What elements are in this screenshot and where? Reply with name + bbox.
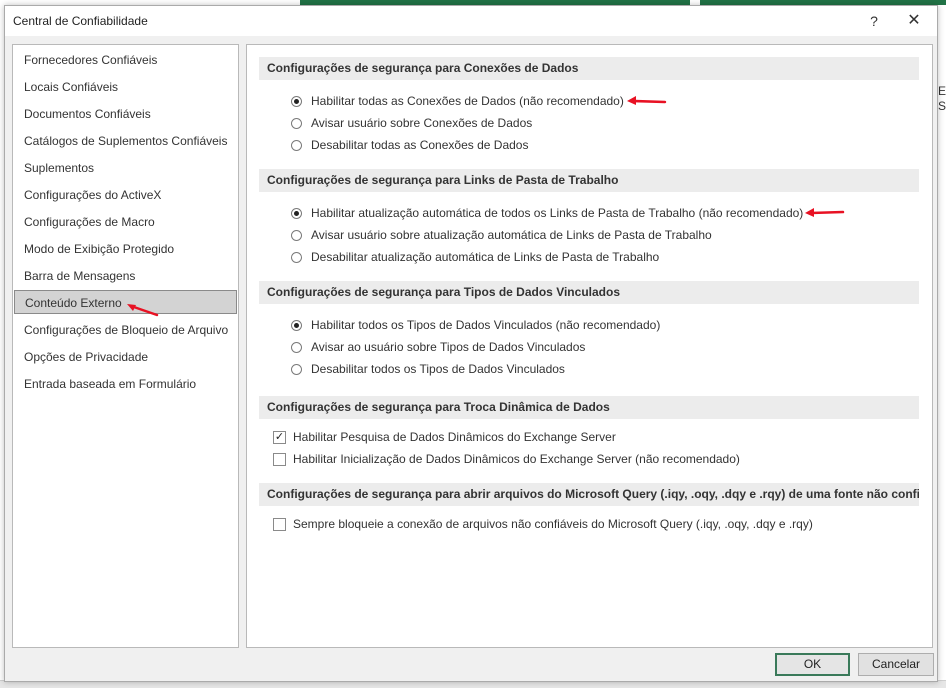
radio-prompt-linked-data-types[interactable] xyxy=(291,342,302,353)
nav-item-addins[interactable]: Suplementos xyxy=(14,156,237,180)
radio-enable-workbook-links[interactable] xyxy=(291,208,302,219)
radio-enable-all-data-connections[interactable] xyxy=(291,96,302,107)
nav-item-trusted-documents[interactable]: Documentos Confiáveis xyxy=(14,102,237,126)
red-arrow-annotation xyxy=(805,208,845,217)
nav-item-protected-view[interactable]: Modo de Exibição Protegido xyxy=(14,237,237,261)
nav-item-privacy-options[interactable]: Opções de Privacidade xyxy=(14,345,237,369)
dialog-titlebar: Central de Confiabilidade ? ✕ xyxy=(5,6,937,36)
section-header-linked-data-types: Configurações de segurança para Tipos de… xyxy=(259,281,919,304)
ok-button[interactable]: OK xyxy=(775,653,850,676)
radio-disable-linked-data-types[interactable] xyxy=(291,364,302,375)
option-label[interactable]: Habilitar todas as Conexões de Dados (nã… xyxy=(311,92,624,110)
nav-item-trusted-publishers[interactable]: Fornecedores Confiáveis xyxy=(14,48,237,72)
section-header-workbook-links: Configurações de segurança para Links de… xyxy=(259,169,919,192)
section-header-data-connections: Configurações de segurança para Conexões… xyxy=(259,57,919,80)
background-worksheet-edge xyxy=(938,60,946,680)
option-label[interactable]: Habilitar todos os Tipos de Dados Vincul… xyxy=(311,316,660,334)
option-label[interactable]: Avisar ao usuário sobre Tipos de Dados V… xyxy=(311,338,585,356)
radio-prompt-data-connections[interactable] xyxy=(291,118,302,129)
option-label[interactable]: Desabilitar todas as Conexões de Dados xyxy=(311,136,528,154)
nav-item-activex-settings[interactable]: Configurações do ActiveX xyxy=(14,183,237,207)
red-arrow-annotation xyxy=(127,304,159,317)
external-content-panel: Configurações de segurança para Conexões… xyxy=(246,44,933,648)
category-nav: Fornecedores Confiáveis Locais Confiávei… xyxy=(12,44,239,648)
trust-center-dialog: Central de Confiabilidade ? ✕ Fornecedor… xyxy=(4,5,938,682)
close-button[interactable]: ✕ xyxy=(903,10,925,32)
red-arrow-annotation xyxy=(627,96,667,105)
option-label[interactable]: Desabilitar todos os Tipos de Dados Vinc… xyxy=(311,360,565,378)
option-label[interactable]: Avisar usuário sobre atualização automát… xyxy=(311,226,712,244)
background-edge-text: E S xyxy=(938,84,946,113)
option-label[interactable]: Habilitar atualização automática de todo… xyxy=(311,204,803,222)
radio-prompt-workbook-links[interactable] xyxy=(291,230,302,241)
option-label[interactable]: Habilitar Inicialização de Dados Dinâmic… xyxy=(293,450,740,468)
radio-disable-workbook-links[interactable] xyxy=(291,252,302,263)
nav-item-trusted-addin-catalogs[interactable]: Catálogos de Suplementos Confiáveis xyxy=(14,129,237,153)
nav-item-macro-settings[interactable]: Configurações de Macro xyxy=(14,210,237,234)
help-button[interactable]: ? xyxy=(863,10,885,32)
radio-disable-all-data-connections[interactable] xyxy=(291,140,302,151)
cancel-button[interactable]: Cancelar xyxy=(858,653,934,676)
nav-item-trusted-locations[interactable]: Locais Confiáveis xyxy=(14,75,237,99)
option-label[interactable]: Sempre bloqueie a conexão de arquivos nã… xyxy=(293,515,813,533)
nav-item-file-block-settings[interactable]: Configurações de Bloqueio de Arquivo xyxy=(14,318,237,342)
option-label[interactable]: Habilitar Pesquisa de Dados Dinâmicos do… xyxy=(293,428,616,446)
nav-item-form-based-signin[interactable]: Entrada baseada em Formulário xyxy=(14,372,237,396)
checkbox-block-query-files[interactable] xyxy=(273,518,286,531)
dialog-title: Central de Confiabilidade xyxy=(13,14,148,28)
checkbox-dde-lookup[interactable]: ✓ xyxy=(273,431,286,444)
option-label[interactable]: Avisar usuário sobre Conexões de Dados xyxy=(311,114,532,132)
radio-enable-linked-data-types[interactable] xyxy=(291,320,302,331)
nav-item-message-bar[interactable]: Barra de Mensagens xyxy=(14,264,237,288)
section-header-dde: Configurações de segurança para Troca Di… xyxy=(259,396,919,419)
section-header-microsoft-query: Configurações de segurança para abrir ar… xyxy=(259,483,919,506)
option-label[interactable]: Desabilitar atualização automática de Li… xyxy=(311,248,659,266)
checkbox-dde-launch[interactable] xyxy=(273,453,286,466)
